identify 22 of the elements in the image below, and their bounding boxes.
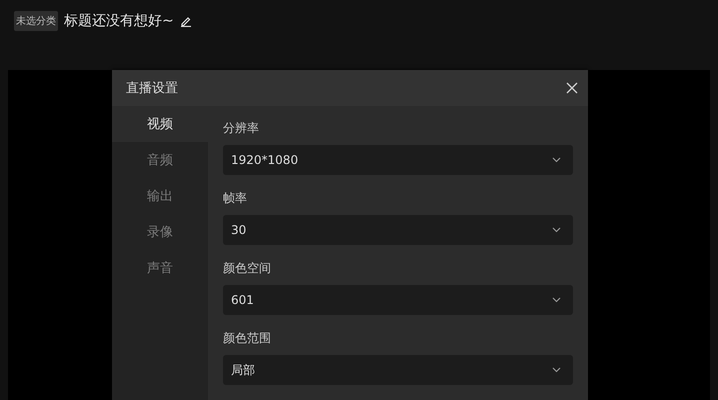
sidebar-tab[interactable]: 声音 — [112, 250, 208, 286]
field-label: 颜色空间 — [223, 260, 271, 277]
close-button[interactable] — [566, 82, 578, 94]
field-label: 分辨率 — [223, 120, 259, 137]
chevron-down-icon — [552, 227, 561, 233]
stream-title: 标题还没有想好~ — [64, 12, 174, 30]
chevron-down-icon — [552, 367, 561, 373]
sidebar-tab[interactable]: 音频 — [112, 142, 208, 178]
edit-icon[interactable] — [180, 15, 192, 27]
category-tag: 未选分类 — [14, 11, 58, 31]
sidebar-tab[interactable]: 输出 — [112, 178, 208, 214]
select-field[interactable]: 30 — [223, 215, 573, 245]
field-label: 帧率 — [223, 190, 247, 207]
chevron-down-icon — [552, 157, 561, 163]
select-field[interactable]: 601 — [223, 285, 573, 315]
dialog-title: 直播设置 — [126, 80, 178, 97]
sidebar-tab[interactable]: 视频 — [112, 106, 208, 142]
field-label: 颜色范围 — [223, 330, 271, 347]
select-field[interactable]: 局部 — [223, 355, 573, 385]
chevron-down-icon — [552, 297, 561, 303]
select-field[interactable]: 1920*1080 — [223, 145, 573, 175]
sidebar-tab[interactable]: 录像 — [112, 214, 208, 250]
